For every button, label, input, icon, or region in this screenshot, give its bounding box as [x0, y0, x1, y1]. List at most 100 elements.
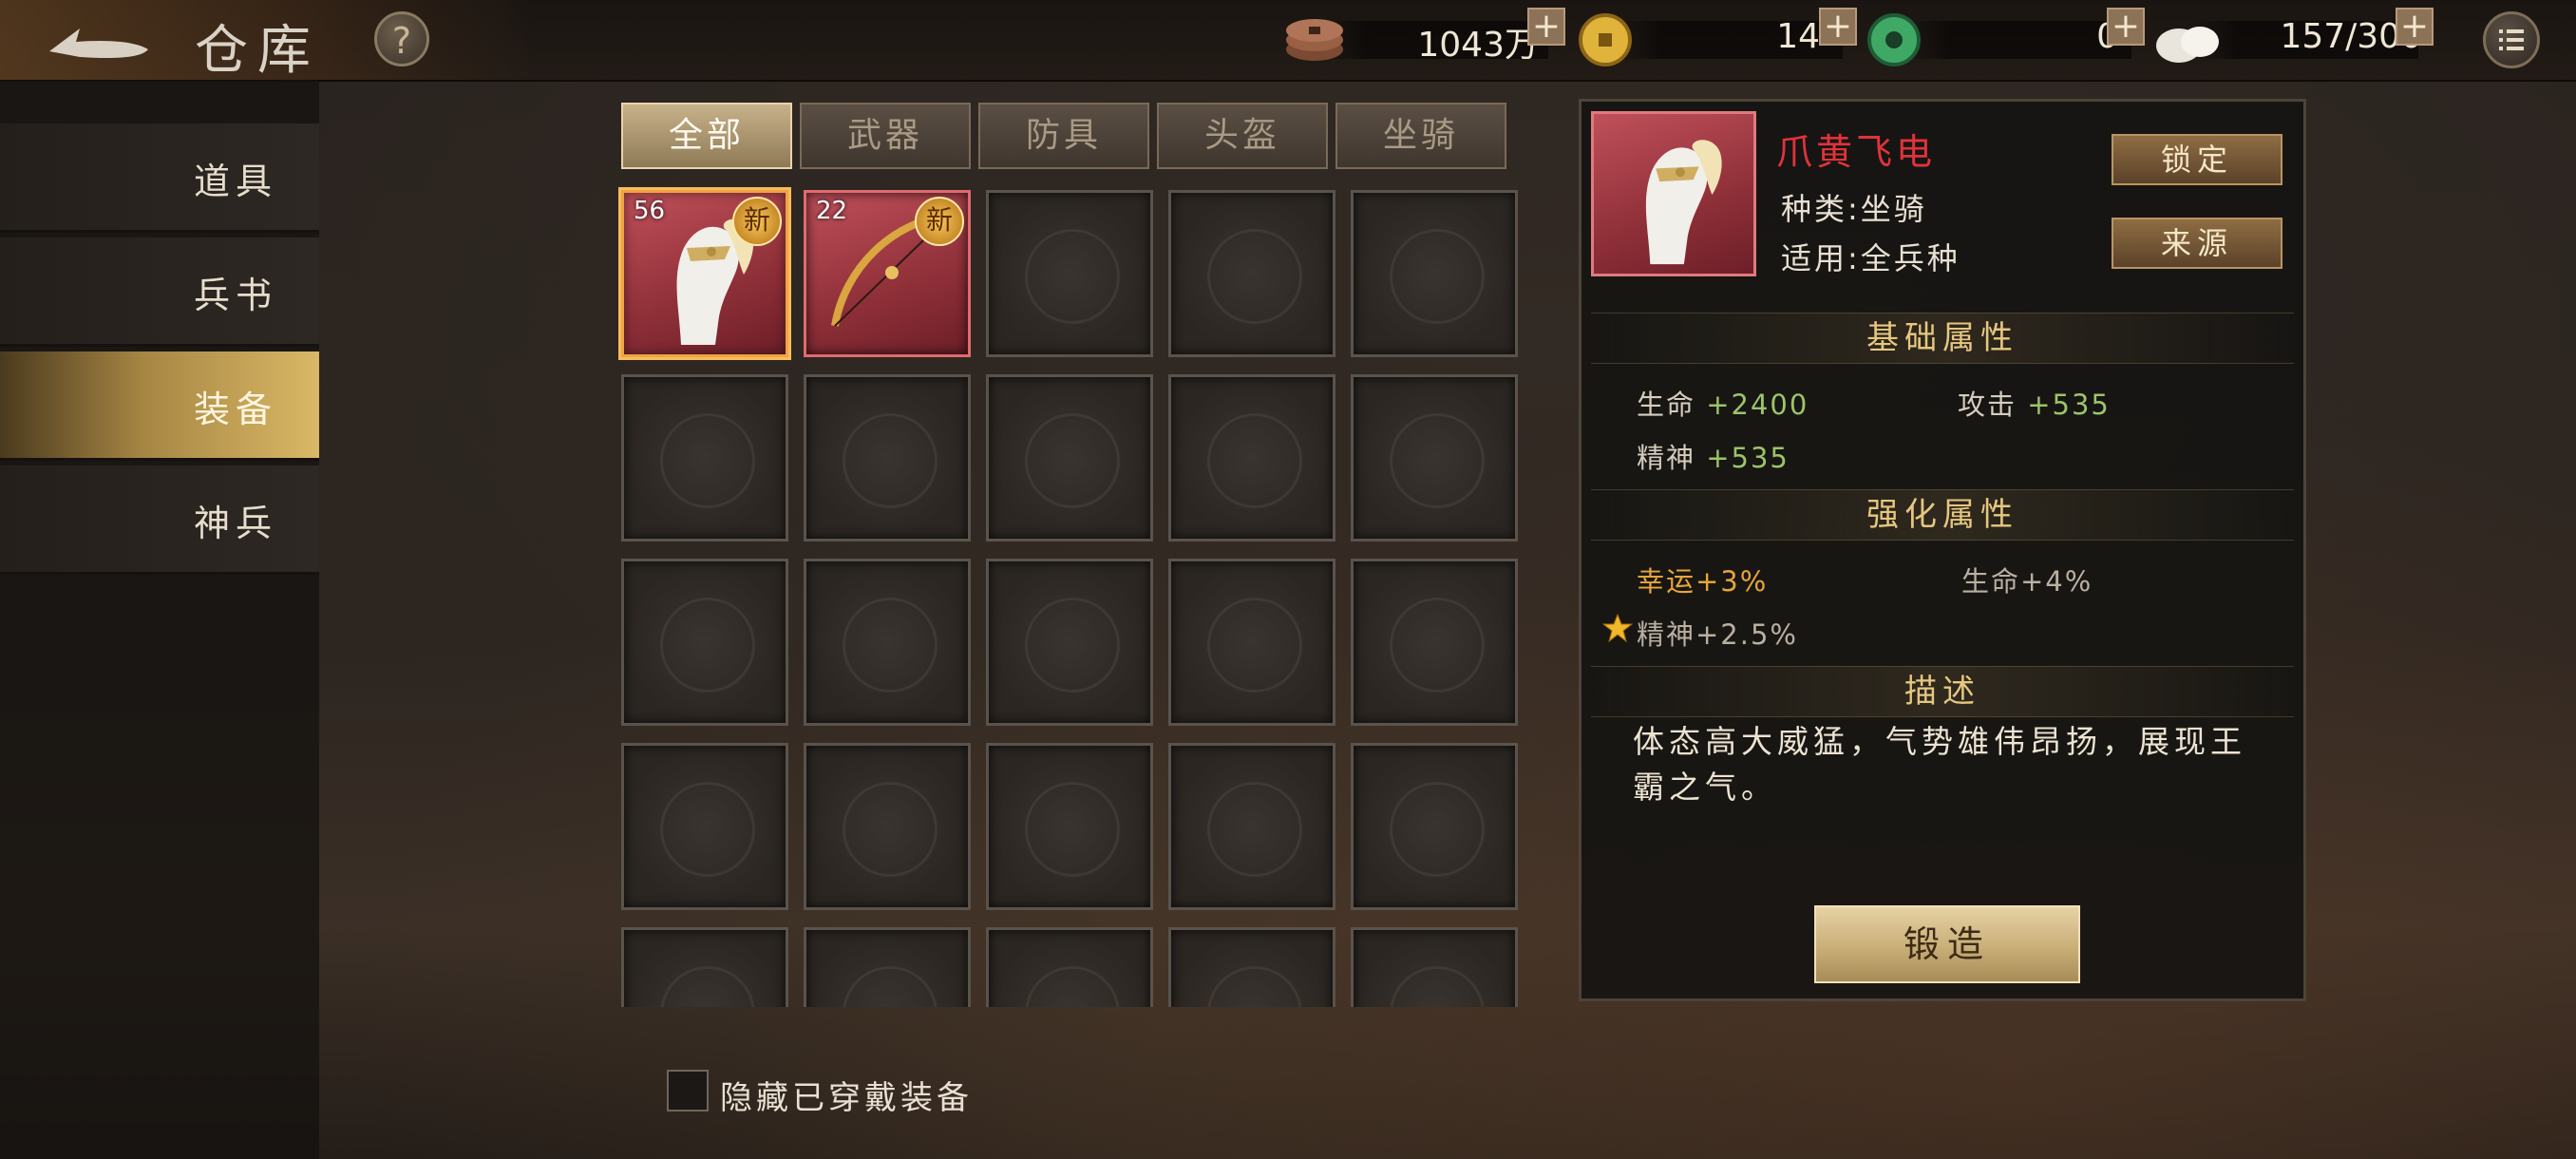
back-arrow-icon	[49, 28, 148, 59]
forge-button[interactable]: 锻造	[1814, 905, 2080, 983]
inventory-slot-horse[interactable]: 56 新	[621, 190, 788, 357]
resource-buns: 157/300	[2152, 11, 2437, 68]
tab-weapons[interactable]: 武器	[800, 103, 971, 169]
enhance-hp: 生命+4%	[1961, 565, 2093, 598]
slot-emblem	[1207, 598, 1302, 693]
stat-label: 精神	[1637, 442, 1696, 474]
empty-slot[interactable]	[621, 927, 788, 1007]
item-type: 种类:坐骑	[1781, 191, 1927, 227]
nav-item-label: 神兵	[193, 503, 277, 544]
back-button[interactable]	[42, 13, 156, 66]
empty-slot[interactable]	[1351, 743, 1518, 910]
item-portrait	[1591, 111, 1756, 276]
empty-slot[interactable]	[621, 559, 788, 726]
empty-slot[interactable]	[804, 743, 971, 910]
item-applies-value: 全兵种	[1860, 240, 1960, 276]
empty-slot[interactable]	[804, 559, 971, 726]
tab-all[interactable]: 全部	[621, 103, 792, 169]
add-gold-button[interactable]: +	[1819, 8, 1857, 46]
buns-value: 157/300	[2280, 17, 2422, 56]
slot-emblem	[843, 782, 938, 877]
empty-slot[interactable]	[1351, 374, 1518, 542]
slot-emblem	[660, 413, 755, 508]
help-button[interactable]: ?	[374, 11, 429, 66]
horse-mount-icon	[1645, 140, 1722, 265]
empty-slot[interactable]	[621, 743, 788, 910]
tab-mounts[interactable]: 坐骑	[1335, 103, 1506, 169]
nav-item-label: 兵书	[193, 275, 277, 316]
base-stats-heading: 基础属性	[1591, 313, 2294, 364]
empty-slot[interactable]	[986, 927, 1153, 1007]
slot-emblem	[843, 598, 938, 693]
empty-slot[interactable]	[986, 743, 1153, 910]
nav-item-military-books[interactable]: 兵书	[0, 238, 319, 347]
empty-slot[interactable]	[1168, 743, 1335, 910]
empty-slot[interactable]	[1351, 559, 1518, 726]
left-nav: 道具 兵书 装备 神兵	[0, 80, 319, 1159]
slot-emblem	[1207, 782, 1302, 877]
enhance-stats-heading: 强化属性	[1591, 489, 2294, 541]
stat-spirit: 精神 +535	[1637, 436, 1790, 476]
add-copper-button[interactable]: +	[1527, 8, 1565, 46]
inventory-slot-bow[interactable]: 22 新	[804, 190, 971, 357]
item-name: 爪黄飞电	[1776, 131, 1937, 173]
gold-coin-icon	[1579, 13, 1632, 66]
star-icon	[1602, 613, 1633, 643]
new-badge: 新	[732, 197, 782, 246]
add-buns-button[interactable]: +	[2396, 8, 2434, 46]
slot-emblem	[1390, 229, 1485, 324]
item-description: 体态高大威猛，气势雄伟昂扬，展现王霸之气。	[1633, 723, 2246, 806]
slot-emblem	[1025, 229, 1120, 324]
empty-slot[interactable]	[1168, 190, 1335, 357]
item-type-label: 种类	[1781, 191, 1848, 227]
new-badge: 新	[915, 197, 964, 246]
source-button[interactable]: 来源	[2112, 218, 2282, 269]
copper-value: 1043万	[1417, 26, 1539, 65]
slot-emblem	[660, 782, 755, 877]
inventory-grid: 56 新 22 新	[617, 180, 1529, 1007]
bun-icon	[2156, 27, 2219, 63]
slot-emblem	[1207, 966, 1302, 1007]
empty-slot[interactable]	[1168, 374, 1335, 542]
slot-emblem	[1025, 966, 1120, 1007]
copper-coins-icon	[1286, 19, 1343, 61]
slot-emblem	[660, 598, 755, 693]
nav-item-divine-weapons[interactable]: 神兵	[0, 466, 319, 575]
tab-armor[interactable]: 防具	[978, 103, 1149, 169]
item-detail-panel: 爪黄飞电 种类:坐骑 适用:全兵种 锁定 来源 基础属性 生命 +2400 攻击…	[1579, 99, 2306, 1001]
item-applies: 适用:全兵种	[1781, 240, 1960, 276]
empty-slot[interactable]	[1168, 559, 1335, 726]
lock-button[interactable]: 锁定	[2112, 134, 2282, 185]
empty-slot[interactable]	[621, 374, 788, 542]
item-level: 56	[634, 197, 666, 225]
nav-item-equipment[interactable]: 装备	[0, 352, 319, 461]
tab-helmets[interactable]: 头盔	[1157, 103, 1328, 169]
empty-slot[interactable]	[986, 190, 1153, 357]
nav-item-props[interactable]: 道具	[0, 124, 319, 233]
empty-slot[interactable]	[804, 374, 971, 542]
slot-emblem	[1207, 413, 1302, 508]
hide-equipped-checkbox[interactable]	[667, 1070, 709, 1112]
menu-button[interactable]	[2483, 11, 2540, 68]
empty-slot[interactable]	[986, 374, 1153, 542]
empty-slot[interactable]	[986, 559, 1153, 726]
slot-emblem	[843, 413, 938, 508]
stat-value: +535	[2027, 389, 2111, 421]
jade-value: 0	[1932, 17, 2118, 56]
list-icon	[2499, 29, 2524, 50]
resource-copper: 1043万	[1282, 11, 1567, 68]
empty-slot[interactable]	[1351, 927, 1518, 1007]
stat-attack: 攻击 +535	[1958, 383, 2111, 423]
top-bar: 仓库 ? 1043万 + 14 + 0 +	[0, 0, 2576, 82]
slot-emblem	[1207, 229, 1302, 324]
empty-slot[interactable]	[1351, 190, 1518, 357]
add-jade-button[interactable]: +	[2107, 8, 2145, 46]
slot-emblem	[1390, 966, 1485, 1007]
slot-emblem	[1390, 598, 1485, 693]
item-level: 22	[816, 197, 848, 225]
empty-slot[interactable]	[1168, 927, 1335, 1007]
stat-value: +2400	[1706, 389, 1809, 421]
slot-emblem	[1025, 413, 1120, 508]
empty-slot[interactable]	[804, 927, 971, 1007]
item-type-value: 坐骑	[1860, 191, 1927, 227]
